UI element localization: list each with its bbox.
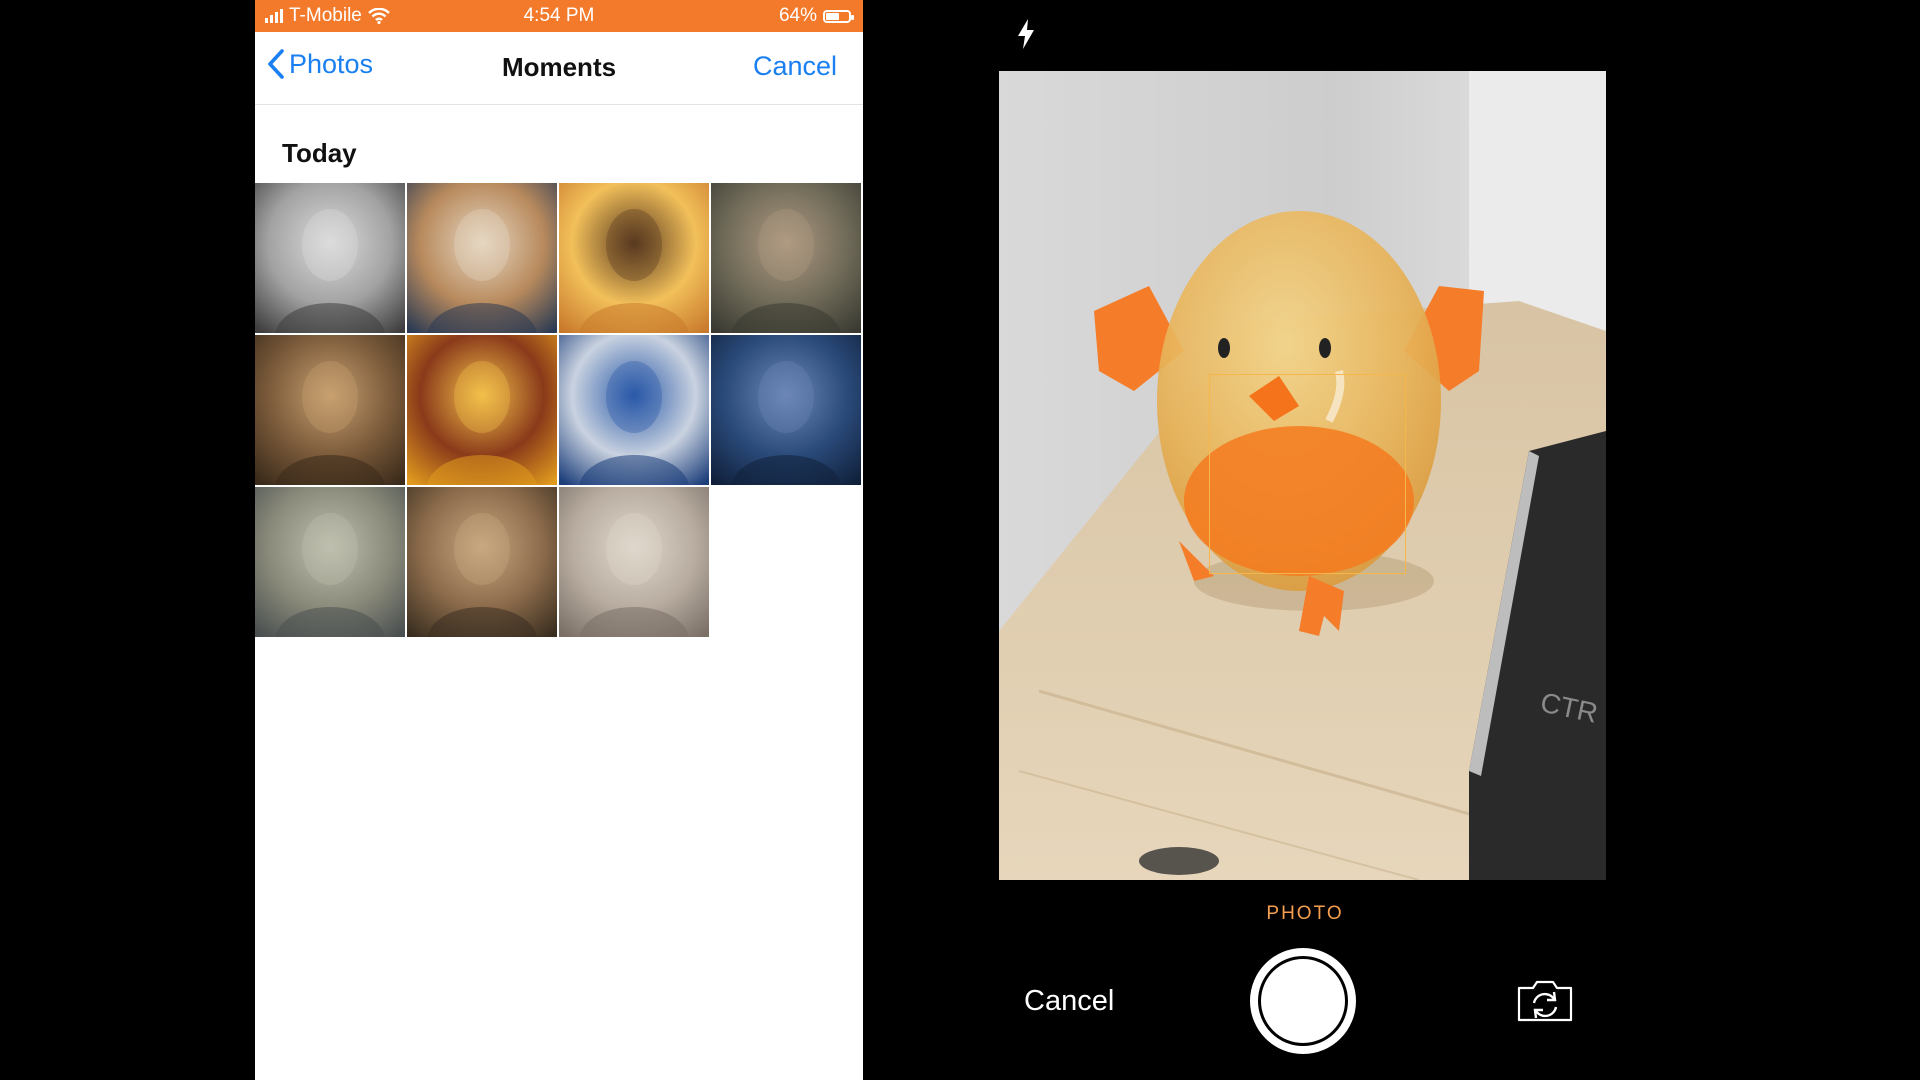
flash-icon (1018, 19, 1034, 49)
status-time: 4:54 PM (523, 5, 595, 26)
cancel-button[interactable]: Cancel (753, 51, 837, 82)
navigation-bar: Photos Moments Cancel (255, 32, 863, 105)
photo-thumbnail[interactable] (407, 335, 557, 485)
battery-icon (823, 9, 854, 23)
photo-image (407, 183, 557, 333)
section-title: Today (282, 138, 357, 168)
battery-fill (826, 12, 839, 20)
photo-image (407, 335, 557, 485)
camera-screen: CTR PHOTO Cancel (990, 0, 1620, 1080)
photo-image (407, 487, 557, 637)
photo-thumbnail[interactable] (407, 487, 557, 637)
shutter-icon (1258, 956, 1348, 1046)
photo-image (559, 335, 709, 485)
photo-image (559, 183, 709, 333)
status-bar: T-Mobile 4:54 PM 64% (255, 0, 863, 32)
photo-thumbnail[interactable] (407, 183, 557, 333)
photo-thumbnail[interactable] (255, 183, 405, 333)
camera-mode-label[interactable]: PHOTO (990, 903, 1620, 925)
flash-button[interactable] (1016, 18, 1036, 55)
shutter-button[interactable] (1250, 948, 1356, 1054)
photo-picker-screen: T-Mobile 4:54 PM 64% Photos Moments Canc… (255, 0, 863, 1080)
photo-thumbnail[interactable] (711, 335, 861, 485)
photo-image (255, 335, 405, 485)
camera-cancel-button[interactable]: Cancel (1024, 985, 1114, 1018)
focus-box (1209, 374, 1406, 574)
photo-image (711, 335, 861, 485)
photo-thumbnail[interactable] (711, 183, 861, 333)
photo-thumbnail[interactable] (255, 335, 405, 485)
photo-image (255, 183, 405, 333)
photo-image (559, 487, 709, 637)
photo-thumbnail[interactable] (559, 183, 709, 333)
camera-flip-button[interactable] (1515, 978, 1575, 1029)
photo-thumbnail[interactable] (255, 487, 405, 637)
photo-grid (255, 183, 863, 637)
battery-percent: 64% (778, 5, 817, 26)
photo-thumbnail[interactable] (559, 487, 709, 637)
photo-thumbnail[interactable] (559, 335, 709, 485)
photo-image (255, 487, 405, 637)
camera-viewfinder[interactable]: CTR (999, 71, 1606, 880)
camera-flip-icon (1517, 980, 1573, 1022)
photo-image (711, 183, 861, 333)
